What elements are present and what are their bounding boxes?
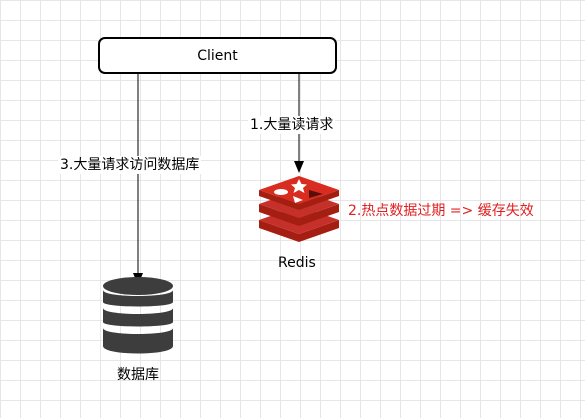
edge-label-read-requests: 1.大量读请求: [248, 116, 336, 134]
redis-label: Redis: [278, 255, 316, 271]
edge-label-db-access: 3.大量请求访问数据库: [58, 156, 202, 174]
database-label: 数据库: [117, 367, 159, 383]
database-icon[interactable]: [101, 276, 175, 358]
cache-expire-annotation: 2.热点数据过期 => 缓存失效: [348, 203, 534, 219]
client-node[interactable]: Client: [98, 37, 337, 74]
client-label: Client: [197, 47, 238, 64]
diagram-canvas: Client 1.大量读请求 3.大量请求访问数据库 Redis 2.热点数据过…: [0, 0, 585, 418]
redis-logo-icon[interactable]: [257, 176, 341, 244]
edge-client-to-database: [133, 74, 143, 285]
